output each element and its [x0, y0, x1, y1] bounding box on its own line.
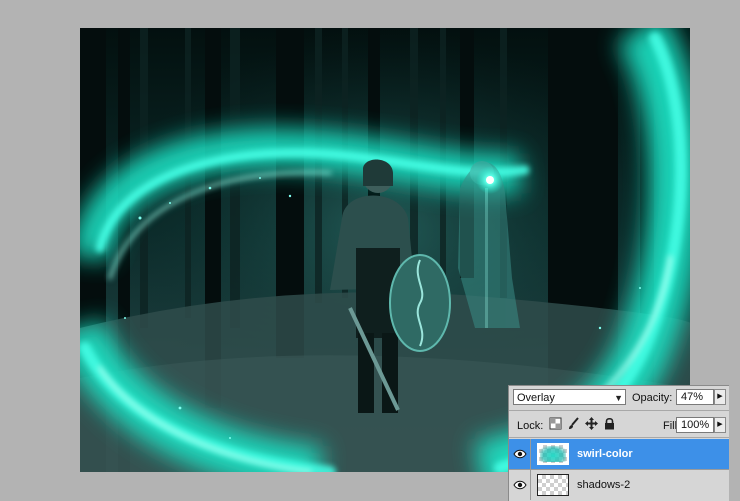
panel-divider [509, 410, 729, 411]
blend-mode-dropdown[interactable]: Overlay ▼ [513, 389, 626, 405]
visibility-toggle[interactable] [509, 439, 531, 469]
chevron-down-icon: ▼ [614, 393, 623, 403]
blend-mode-value: Overlay [517, 392, 555, 404]
lock-label: Lock: [517, 420, 544, 432]
opacity-slider-button[interactable]: ▶ [714, 389, 726, 405]
lock-transparent-icon[interactable] [549, 417, 562, 430]
layer-row-shadows-2[interactable]: shadows-2 [509, 470, 729, 500]
lock-all-icon[interactable] [603, 417, 616, 430]
visibility-toggle[interactable] [509, 470, 531, 500]
fill-slider-button[interactable]: ▶ [714, 417, 726, 433]
layer-thumbnail [537, 443, 569, 465]
layer-name: swirl-color [577, 448, 633, 460]
lock-paint-icon[interactable] [567, 417, 580, 430]
layers-panel: Overlay ▼ Opacity: 47% ▶ Lock: Fill: 100… [508, 385, 729, 501]
panel-divider [509, 437, 729, 438]
opacity-field[interactable]: 47% [676, 389, 714, 405]
opacity-value: 47% [681, 391, 704, 403]
fill-field[interactable]: 100% [676, 417, 714, 433]
triangle-right-icon: ▶ [717, 393, 723, 400]
layer-thumbnail [537, 474, 569, 496]
opacity-label: Opacity: [632, 392, 673, 404]
layer-name: shadows-2 [577, 479, 631, 491]
lock-move-icon[interactable] [585, 417, 598, 430]
fill-value: 100% [681, 419, 710, 431]
layer-row-swirl-color[interactable]: swirl-color [509, 439, 729, 469]
eye-icon [513, 449, 527, 459]
eye-icon [513, 480, 527, 490]
triangle-right-icon: ▶ [717, 421, 723, 428]
